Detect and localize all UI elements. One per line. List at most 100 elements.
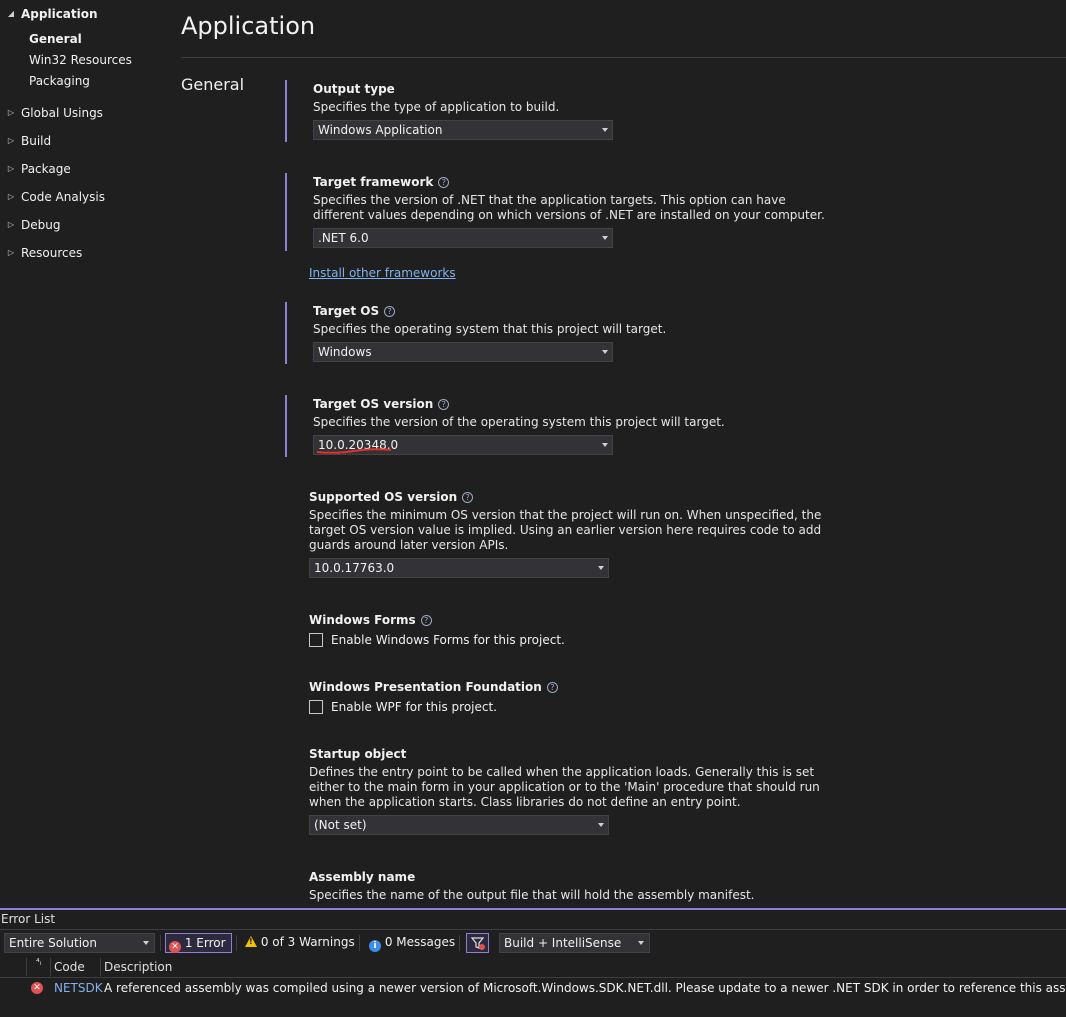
startup-object-dropdown[interactable]: (Not set) bbox=[309, 815, 609, 835]
column-divider bbox=[50, 958, 51, 976]
error-code[interactable]: NETSDK1 bbox=[54, 978, 104, 998]
target-framework-dropdown[interactable]: .NET 6.0 bbox=[313, 228, 613, 248]
toolbar-separator bbox=[236, 935, 237, 951]
property-title: Target OS bbox=[313, 304, 380, 318]
property-title: Supported OS version bbox=[309, 490, 458, 504]
errors-filter-button[interactable]: ✕ 1 Error bbox=[165, 933, 232, 953]
warnings-count: 0 of 3 Warnings bbox=[260, 935, 355, 949]
supported-os-version-dropdown[interactable]: 10.0.17763.0 bbox=[309, 558, 609, 578]
property-description: Specifies the version of .NET that the a… bbox=[313, 193, 825, 222]
checkbox-label[interactable]: Enable Windows Forms for this project. bbox=[331, 632, 565, 649]
collapsed-icon[interactable]: ▷ bbox=[6, 131, 16, 151]
nav-item-label: Package bbox=[21, 162, 71, 176]
wpf-checkbox[interactable] bbox=[309, 700, 323, 714]
property-accent-bar bbox=[285, 173, 287, 251]
property-output-type: Output type Specifies the type of applic… bbox=[285, 80, 845, 142]
expanded-icon[interactable]: ◢ bbox=[6, 4, 16, 24]
help-icon[interactable]: ? bbox=[462, 492, 474, 503]
nav-item-win32-resources[interactable]: Win32 Resources bbox=[29, 50, 132, 70]
project-properties-window: ◢ Application General Win32 Resources Pa… bbox=[0, 0, 1066, 1017]
error-list-title: Error List bbox=[1, 912, 56, 926]
nav-item-label: Build bbox=[21, 134, 52, 148]
properties-nav: ◢ Application General Win32 Resources Pa… bbox=[0, 0, 165, 905]
property-description: Specifies the name of the output file th… bbox=[309, 888, 755, 902]
warning-icon bbox=[245, 936, 257, 947]
property-title: Startup object bbox=[309, 747, 407, 761]
output-type-dropdown[interactable]: Windows Application bbox=[313, 120, 613, 140]
warnings-filter-button[interactable]: 0 of 3 Warnings bbox=[244, 933, 355, 953]
column-header-description[interactable]: Description bbox=[104, 957, 172, 977]
chevron-down-icon bbox=[602, 350, 608, 354]
chevron-down-icon bbox=[602, 128, 608, 132]
chevron-down-icon bbox=[602, 443, 608, 447]
help-icon[interactable]: ? bbox=[420, 615, 432, 626]
chevron-down-icon bbox=[598, 566, 604, 570]
property-target-os: Target OS? Specifies the operating syste… bbox=[285, 302, 845, 364]
column-header-code[interactable]: Code bbox=[54, 957, 85, 977]
property-title: Output type bbox=[313, 82, 395, 96]
property-description: Specifies the minimum OS version that th… bbox=[309, 508, 822, 552]
info-icon: i bbox=[369, 940, 381, 952]
property-description: Specifies the type of application to bui… bbox=[313, 100, 560, 114]
toolbar-separator bbox=[459, 935, 460, 951]
toolbar-separator bbox=[160, 935, 161, 951]
property-accent-bar bbox=[285, 302, 287, 364]
column-divider bbox=[100, 958, 101, 976]
wpf-checkbox-row[interactable]: Enable WPF for this project. bbox=[309, 699, 829, 717]
windows-forms-checkbox-row[interactable]: Enable Windows Forms for this project. bbox=[309, 632, 829, 650]
error-list-panel: Error List Entire Solution ✕ 1 Error 0 o… bbox=[0, 905, 1066, 1017]
property-title: Target OS version bbox=[313, 397, 434, 411]
sort-icon[interactable]: ⁴ᵢ bbox=[36, 957, 50, 977]
dropdown-value: Windows bbox=[318, 345, 372, 359]
collapsed-icon[interactable]: ▷ bbox=[6, 215, 16, 235]
title-divider bbox=[181, 57, 1066, 58]
help-icon[interactable]: ? bbox=[438, 399, 450, 410]
collapsed-icon[interactable]: ▷ bbox=[6, 103, 16, 123]
help-icon[interactable]: ? bbox=[438, 177, 450, 188]
collapsed-icon[interactable]: ▷ bbox=[6, 187, 16, 207]
property-description: Specifies the operating system that this… bbox=[313, 322, 667, 336]
table-row[interactable]: ✕ NETSDK1 A referenced assembly was comp… bbox=[0, 978, 1066, 998]
filter-toggle-button[interactable] bbox=[466, 933, 489, 953]
column-divider bbox=[26, 958, 27, 976]
property-description: Specifies the version of the operating s… bbox=[313, 415, 725, 429]
property-windows-forms: Windows Forms? Enable Windows Forms for … bbox=[285, 611, 845, 651]
dropdown-value: .NET 6.0 bbox=[318, 231, 369, 245]
dropdown-value: Build + IntelliSense bbox=[504, 936, 622, 950]
property-title: Windows Presentation Foundation bbox=[309, 680, 542, 694]
scope-dropdown[interactable]: Entire Solution bbox=[4, 933, 155, 953]
toolbar-separator bbox=[359, 935, 360, 951]
page-title: Application bbox=[181, 12, 316, 40]
property-wpf: Windows Presentation Foundation? Enable … bbox=[285, 678, 845, 718]
nav-item-general[interactable]: General bbox=[29, 29, 82, 49]
checkbox-label[interactable]: Enable WPF for this project. bbox=[331, 699, 497, 716]
nav-item-label: Application bbox=[21, 7, 98, 21]
errors-count: 1 Error bbox=[184, 936, 226, 950]
chevron-down-icon bbox=[598, 823, 604, 827]
source-dropdown[interactable]: Build + IntelliSense bbox=[499, 933, 650, 953]
windows-forms-checkbox[interactable] bbox=[309, 633, 323, 647]
property-title: Target framework bbox=[313, 175, 434, 189]
property-accent-bar bbox=[285, 80, 287, 142]
target-os-dropdown[interactable]: Windows bbox=[313, 342, 613, 362]
dropdown-value: Entire Solution bbox=[9, 936, 97, 950]
nav-item-packaging[interactable]: Packaging bbox=[29, 71, 90, 91]
collapsed-icon[interactable]: ▷ bbox=[6, 159, 16, 179]
filter-icon bbox=[470, 937, 485, 950]
nav-item-label: Debug bbox=[21, 218, 61, 232]
property-target-framework: Target framework? Specifies the version … bbox=[285, 173, 845, 251]
collapsed-icon[interactable]: ▷ bbox=[6, 243, 16, 263]
property-assembly-name: Assembly name Specifies the name of the … bbox=[285, 868, 845, 904]
error-description: A referenced assembly was compiled using… bbox=[104, 981, 1066, 995]
property-title: Assembly name bbox=[309, 870, 416, 884]
property-supported-os-version: Supported OS version? Specifies the mini… bbox=[285, 488, 845, 580]
install-frameworks-link[interactable]: Install other frameworks bbox=[309, 265, 456, 281]
messages-filter-button[interactable]: i 0 Messages bbox=[369, 933, 455, 953]
red-underline-annotation bbox=[316, 448, 392, 454]
panel-divider bbox=[0, 929, 1066, 930]
dropdown-value: Windows Application bbox=[318, 123, 443, 137]
help-icon[interactable]: ? bbox=[384, 306, 396, 317]
property-startup-object: Startup object Defines the entry point t… bbox=[285, 745, 845, 837]
dropdown-value: 10.0.17763.0 bbox=[314, 561, 395, 575]
help-icon[interactable]: ? bbox=[546, 682, 558, 693]
